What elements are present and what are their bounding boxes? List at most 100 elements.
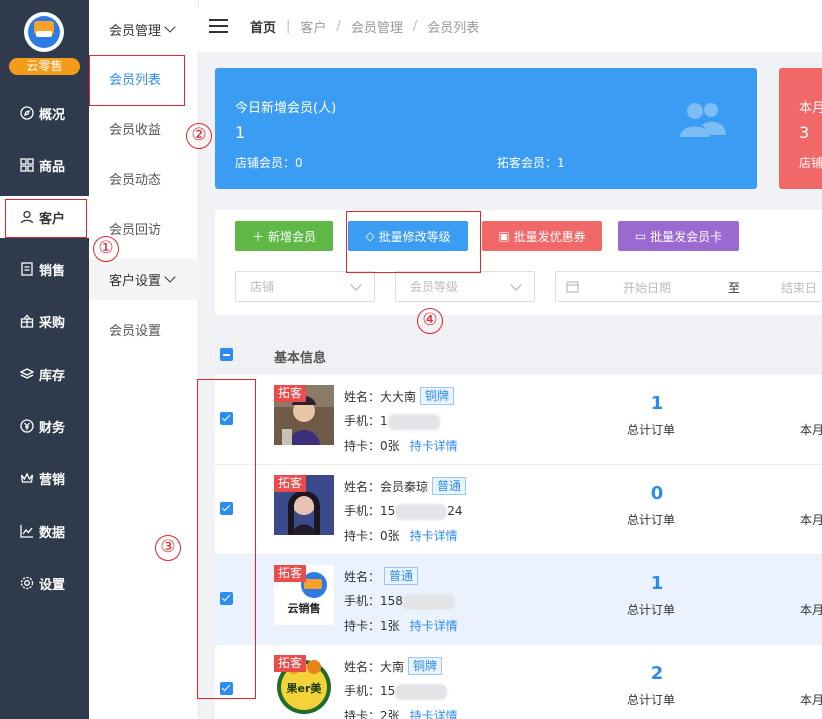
table-row[interactable]: 拓客 姓名：大大南 铜牌 手机：1 持卡：0张 持卡详情 1 总计订单 本月 (215, 375, 822, 465)
total-orders-value: 2 (650, 663, 664, 684)
card-detail-link[interactable]: 持卡详情 (410, 619, 458, 633)
brand-logo-text: 云销售 (288, 601, 321, 615)
start-date-input[interactable]: 开始日期 (623, 279, 671, 296)
nav-item-marketing[interactable]: 营销 (0, 457, 89, 499)
nav-item-goods[interactable]: 商品 (0, 144, 89, 186)
nav-label: 库存 (39, 368, 66, 384)
select-all-checkbox[interactable] (220, 348, 233, 361)
table-row[interactable]: 云销售 拓客 姓名： 普通 手机：158 持卡：1张 持卡详情 1 总计订单 本月 (215, 555, 822, 645)
annotation-marker-4: ④ (417, 308, 443, 334)
gear-icon (20, 576, 34, 590)
phone-mask (402, 593, 455, 610)
total-orders-label: 总计订单 (627, 423, 676, 437)
menu-toggle-icon[interactable] (209, 19, 228, 33)
batch-coupon-button[interactable]: ▣ 批量发优惠券 (482, 221, 602, 251)
nav-item-finance[interactable]: 财务 (0, 405, 89, 447)
button-label: 新增会员 (268, 229, 317, 244)
chevron-down-icon (350, 279, 362, 291)
chevron-down-icon (164, 21, 176, 33)
breadcrumb-customer[interactable]: 客户 (300, 17, 326, 36)
nav-label: 财务 (39, 420, 66, 436)
nav-item-sales[interactable]: 销售 (0, 248, 89, 290)
member-level-badge: 铜牌 (420, 387, 455, 405)
document-icon (20, 262, 34, 276)
nav-item-purchase[interactable]: 采购 (0, 300, 89, 342)
compass-icon (20, 106, 34, 120)
member-phone: 手机：15 (344, 684, 396, 698)
brand-logo-text: 果er美 (286, 681, 323, 695)
plus-icon: ＋ (251, 229, 264, 244)
main-nav: 云零售 概况 商品 客户 销售 采购 库存 财务 营销 数据 设置 (0, 0, 89, 719)
member-name-line: 姓名： 普通 (344, 567, 419, 585)
annotation-box-batch-level (346, 211, 481, 273)
end-date-input[interactable]: 结束日 (781, 279, 817, 296)
coupon-icon: ▣ (498, 229, 510, 243)
top-bar: 首页 | 客户 / 会员管理 / 会员列表 (199, 0, 822, 53)
nav-label: 数据 (39, 525, 66, 541)
member-level-select[interactable]: 会员等级 (395, 271, 535, 302)
select-placeholder: 会员等级 (410, 280, 459, 294)
monthly-orders-label: 本月 (800, 603, 822, 617)
member-name-line: 姓名：大大南 铜牌 (344, 387, 455, 405)
store-select[interactable]: 店铺 (235, 271, 375, 302)
calendar-icon (566, 280, 579, 296)
table-header: 基本信息 (215, 334, 822, 374)
toolbar-panel: ＋新增会员 ◇ 批量修改等级 ▣ 批量发优惠券 ▭ 批量发会员卡 店铺 会员等级 开始… (215, 210, 822, 315)
annotation-box-member-list (89, 55, 185, 106)
monthly-orders-label: 本月 (800, 423, 822, 437)
select-placeholder: 店铺 (250, 280, 275, 294)
nav-item-inventory[interactable]: 库存 (0, 353, 89, 395)
expand-customer-tag: 拓客 (274, 475, 307, 492)
nav-item-overview[interactable]: 概况 (0, 92, 89, 134)
monthly-orders-label: 本月 (800, 693, 822, 707)
batch-card-button[interactable]: ▭ 批量发会员卡 (618, 221, 739, 251)
logo-text: 云零售 (9, 58, 80, 75)
table-row[interactable]: 果er美 拓客 姓名：大南 铜牌 手机：15 持卡：2张 持卡详情 2 总计订单 … (215, 645, 822, 719)
date-range-picker[interactable]: 开始日期 至 结束日 (555, 271, 822, 302)
total-orders-label: 总计订单 (627, 603, 676, 617)
member-card-count: 持卡：0张 (344, 439, 400, 453)
nav-label: 采购 (39, 315, 66, 331)
card-value: 1 (235, 123, 246, 142)
chevron-down-icon (510, 279, 522, 291)
nav-label: 设置 (39, 577, 66, 593)
breadcrumb-member-manage[interactable]: 会员管理 (351, 17, 403, 36)
column-basic-info: 基本信息 (274, 351, 327, 366)
monthly-members-card: 本月 3 店铺 (779, 68, 822, 189)
subnav-item-member-settings[interactable]: 会员设置 (89, 309, 199, 349)
nav-label: 概况 (39, 107, 66, 123)
subnav-item-member-income[interactable]: 会员收益 (89, 108, 199, 148)
total-orders-label: 总计订单 (627, 513, 676, 527)
breadcrumb-home[interactable]: 首页 (250, 17, 276, 36)
card-detail-link[interactable]: 持卡详情 (410, 439, 458, 453)
nav-item-settings[interactable]: 设置 (0, 562, 89, 604)
users-icon (680, 101, 726, 137)
date-range-separator: 至 (728, 281, 741, 295)
card-sub: 店铺 (799, 156, 822, 170)
card-detail-link[interactable]: 持卡详情 (410, 529, 458, 543)
table-row[interactable]: 拓客 姓名：会员秦琼 普通 手机：15 24 持卡：0张 持卡详情 0 总计订单 本… (215, 465, 822, 555)
sub-nav: 会员管理 会员列表 会员收益 会员动态 会员回访 客户设置 会员设置 (89, 0, 199, 719)
monthly-orders-label: 本月 (800, 513, 822, 527)
subnav-group-customer-settings[interactable]: 客户设置 (89, 258, 199, 300)
nav-item-data[interactable]: 数据 (0, 510, 89, 552)
card-title: 本月 (799, 101, 822, 116)
subnav-item-member-activity[interactable]: 会员动态 (89, 158, 199, 198)
member-level-badge: 铜牌 (408, 657, 443, 675)
annotation-box-checkboxes (197, 379, 256, 699)
member-card-line: 持卡：0张 持卡详情 (344, 527, 458, 544)
grid-icon (20, 158, 34, 172)
member-level-badge: 普通 (384, 567, 419, 585)
new-members-card: 今日新增会员(人) 1 店铺会员：0 拓客会员：1 (215, 68, 757, 189)
button-label: 批量发优惠券 (513, 229, 586, 244)
phone-mask (395, 503, 448, 520)
add-member-button[interactable]: ＋ 新增会员 (235, 221, 333, 251)
card-detail-link[interactable]: 持卡详情 (410, 709, 458, 719)
subnav-group-member-manage[interactable]: 会员管理 (89, 8, 199, 50)
member-phone-line: 手机：15 24 (344, 502, 463, 520)
annotation-box-customer (5, 199, 87, 238)
subnav-group-label: 客户设置 (109, 273, 162, 289)
phone-mask (395, 683, 448, 700)
nav-label: 商品 (39, 159, 66, 175)
crown-icon (20, 471, 34, 485)
